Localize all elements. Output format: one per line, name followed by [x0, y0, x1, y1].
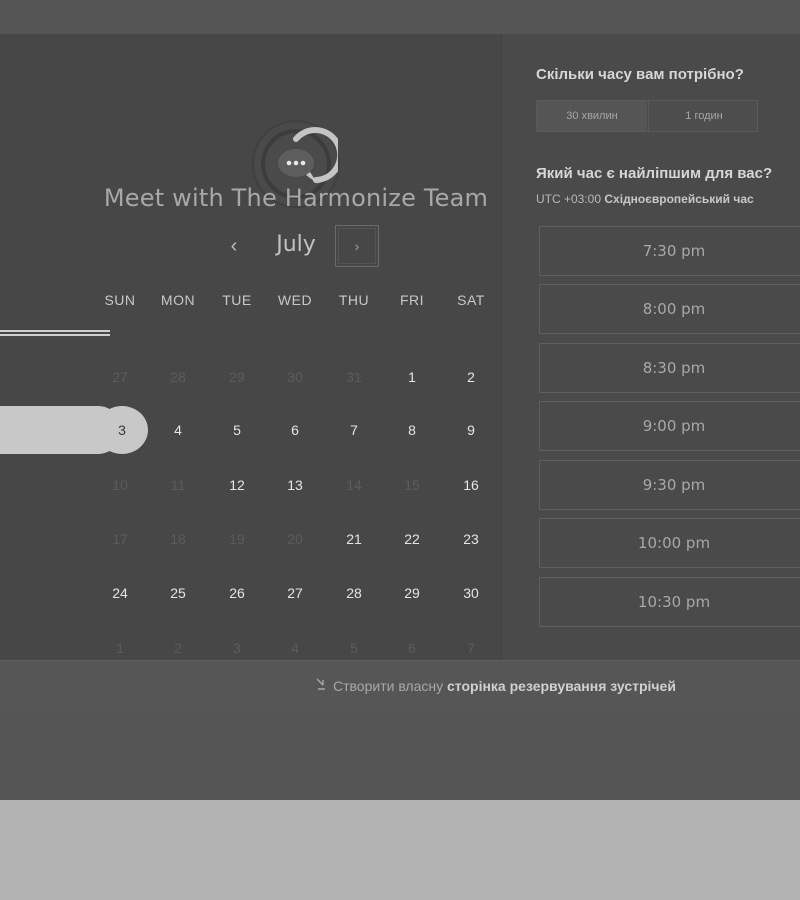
- calendar-day[interactable]: 29: [390, 583, 434, 603]
- time-slot[interactable]: 8:00 pm: [539, 284, 800, 334]
- calendar-day[interactable]: 24: [98, 583, 142, 603]
- time-question: Який час є найліпшим для вас?: [536, 165, 773, 182]
- calendar-day[interactable]: 12: [215, 475, 259, 495]
- calendar-day: 27: [112, 369, 128, 385]
- weekday-mon: MON: [160, 292, 196, 308]
- calendar-day-selected[interactable]: 3: [100, 420, 144, 440]
- calendar-day: 7: [467, 640, 475, 656]
- calendar-day: 10: [112, 477, 128, 493]
- calendar-day: 31: [346, 369, 362, 385]
- calendar-day[interactable]: 25: [156, 583, 200, 603]
- calendar-day: 20: [287, 531, 303, 547]
- calendar-day: 15: [404, 477, 420, 493]
- top-bar: [0, 0, 800, 35]
- calendar-day[interactable]: 1: [390, 367, 434, 387]
- time-slot[interactable]: 10:00 pm: [539, 518, 800, 568]
- weekday-wed: WED: [277, 292, 313, 308]
- calendar-day[interactable]: 26: [215, 583, 259, 603]
- link-arrow-icon: [315, 677, 329, 694]
- footer-bar: Створити власну сторінка резервування зу…: [0, 660, 800, 711]
- calendar-day: 30: [287, 369, 303, 385]
- calendar-day[interactable]: 6: [273, 420, 317, 440]
- weekday-tue: TUE: [222, 292, 252, 308]
- next-month-button[interactable]: ›: [335, 225, 379, 267]
- calendar-day[interactable]: 30: [449, 583, 493, 603]
- calendar-day: 1: [116, 640, 124, 656]
- calendar-day[interactable]: 21: [332, 529, 376, 549]
- calendar-panel: Meet with The Harmonize Team ‹ July › SU…: [0, 34, 500, 660]
- duration-30min-option[interactable]: 30 хвилин: [537, 101, 647, 131]
- duration-1hour-option[interactable]: 1 годин: [648, 101, 759, 131]
- calendar-day: 18: [170, 531, 186, 547]
- weekday-thu: THU: [338, 292, 370, 308]
- calendar-day[interactable]: 27: [273, 583, 317, 603]
- calendar-day[interactable]: 2: [449, 367, 493, 387]
- chevron-right-icon: ›: [354, 238, 360, 254]
- page-title: Meet with The Harmonize Team: [103, 184, 489, 212]
- calendar-day: 6: [408, 640, 416, 656]
- calendar-day: 29: [229, 369, 245, 385]
- calendar-day[interactable]: 8: [390, 420, 434, 440]
- weekday-fri: FRI: [399, 292, 425, 308]
- calendar-day[interactable]: 4: [156, 420, 200, 440]
- lower-backdrop: [0, 710, 800, 800]
- calendar-day: 14: [346, 477, 362, 493]
- time-slot[interactable]: 10:30 pm: [539, 577, 800, 627]
- calendar-day: 4: [291, 640, 299, 656]
- time-slot[interactable]: 9:00 pm: [539, 401, 800, 451]
- time-slot[interactable]: 9:30 pm: [539, 460, 800, 510]
- duration-question: Скільки часу вам потрібно?: [536, 66, 744, 83]
- calendar-day[interactable]: 9: [449, 420, 493, 440]
- chevron-left-icon: ‹: [230, 235, 238, 257]
- month-label: July: [276, 232, 316, 257]
- prev-month-button[interactable]: ‹: [222, 234, 246, 258]
- calendar-day[interactable]: 23: [449, 529, 493, 549]
- calendar-day[interactable]: 28: [332, 583, 376, 603]
- footer-link-bold: сторінка резервування зустрічей: [447, 678, 676, 694]
- calendar-day: 11: [170, 477, 186, 493]
- calendar-day[interactable]: 5: [215, 420, 259, 440]
- calendar-day: 5: [350, 640, 358, 656]
- calendar-day[interactable]: 13: [273, 475, 317, 495]
- time-slot[interactable]: 7:30 pm: [539, 226, 800, 276]
- calendar-day: 17: [112, 531, 128, 547]
- create-booking-page-link[interactable]: Створити власну сторінка резервування зу…: [315, 677, 676, 694]
- calendar-day: 2: [174, 640, 182, 656]
- calendar-day: 3: [233, 640, 241, 656]
- footer-link-prefix: Створити власну: [333, 678, 444, 694]
- timezone-offset: UTC +03:00: [536, 192, 602, 206]
- duration-toggle: 30 хвилин 1 годин: [536, 100, 758, 132]
- calendar-day[interactable]: 7: [332, 420, 376, 440]
- selection-indicator-lines: [0, 330, 110, 336]
- calendar-day[interactable]: 22: [390, 529, 434, 549]
- weekday-sat: SAT: [457, 292, 485, 308]
- calendar-day[interactable]: 16: [449, 475, 493, 495]
- time-slot[interactable]: 8:30 pm: [539, 343, 800, 393]
- time-selection-panel: Скільки часу вам потрібно? 30 хвилин 1 г…: [502, 34, 800, 660]
- calendar-day: 28: [170, 369, 186, 385]
- timezone-name: Східноєвропейський час: [604, 192, 754, 206]
- timezone-label: UTC +03:00 Східноєвропейський час: [536, 192, 754, 206]
- weekday-sun: SUN: [104, 292, 136, 308]
- calendar-day: 19: [229, 531, 245, 547]
- scheduler-app: Meet with The Harmonize Team ‹ July › SU…: [0, 34, 800, 660]
